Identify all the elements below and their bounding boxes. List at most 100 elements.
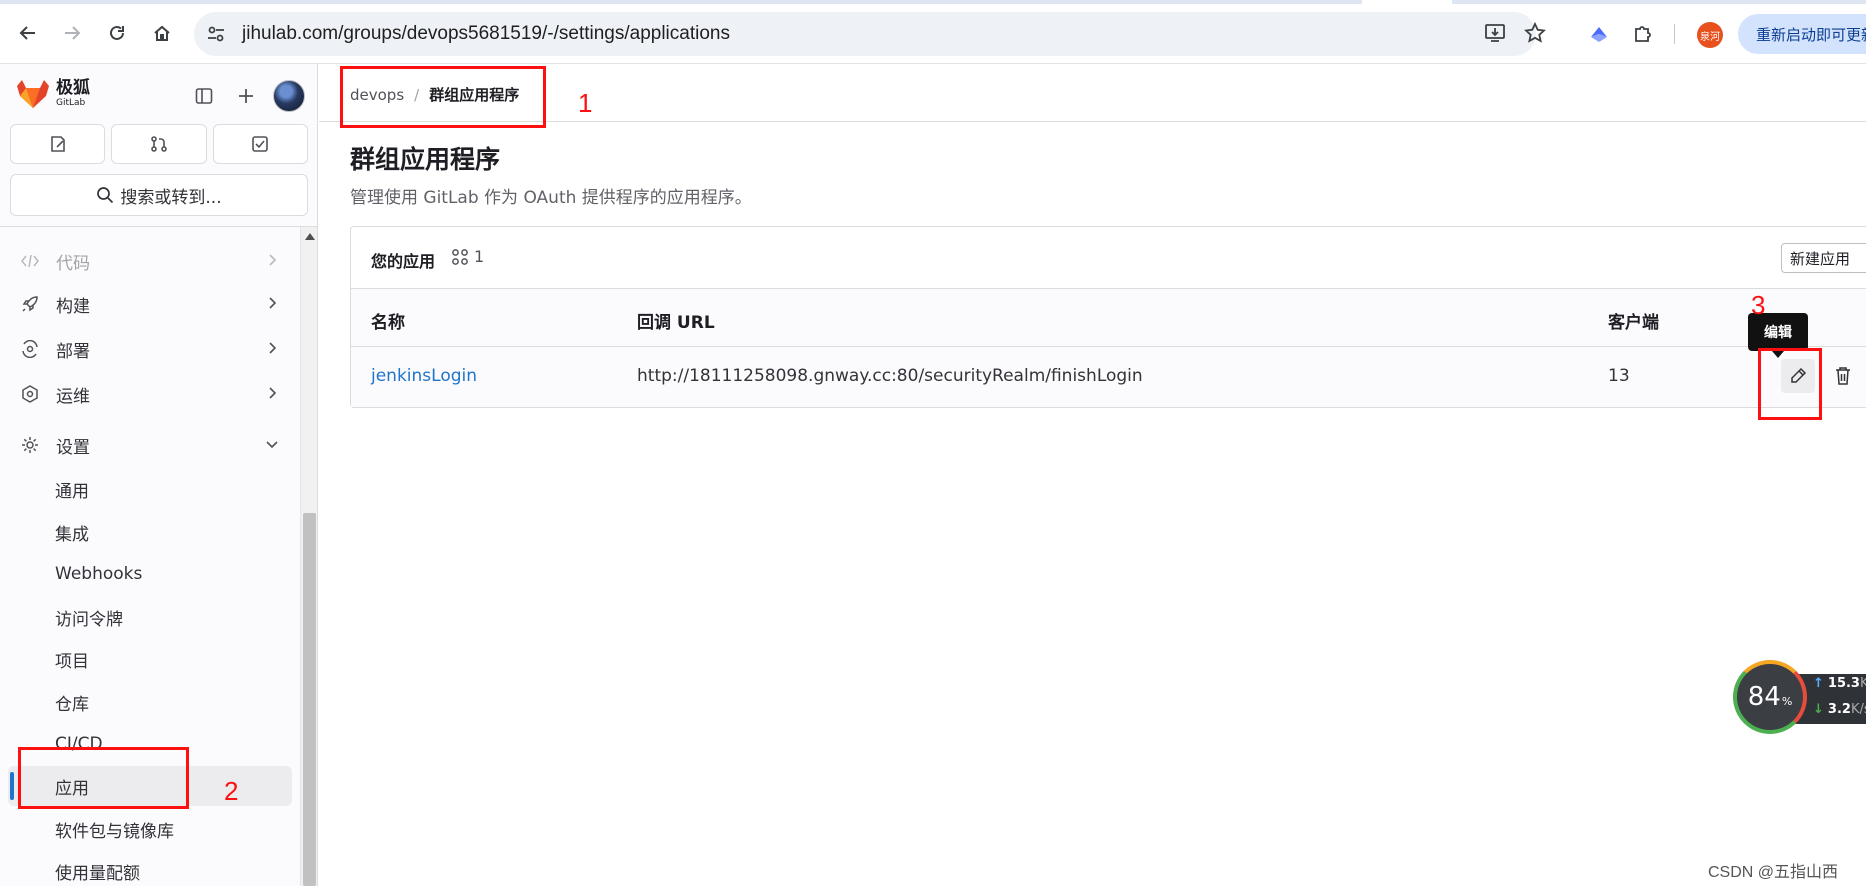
settings-item-repository[interactable]: 仓库 [8, 682, 292, 722]
monitor-icon [18, 385, 42, 403]
sidebar-item-build[interactable]: 构建 [8, 284, 292, 324]
chevron-right-icon [264, 340, 280, 361]
settings-item-access-tokens[interactable]: 访问令牌 [8, 597, 292, 637]
quick-actions [10, 124, 308, 164]
home-icon [154, 25, 170, 41]
search-or-go-to-button[interactable]: 搜索或转到... [10, 174, 308, 216]
collapse-sidebar-button[interactable] [188, 80, 220, 112]
profile-avatar[interactable]: 泉河 [1697, 22, 1723, 48]
applications-card: 您的应用 1 新建应用 名称 回调 URL 客户端 jenkinsLogin h… [350, 226, 1866, 408]
column-name-header: 名称 [371, 313, 405, 333]
annotation-box-2 [18, 747, 189, 809]
cpu-percent: 84 [1747, 682, 1781, 712]
download-value: 3.2 [1827, 702, 1851, 717]
settings-item-integrations[interactable]: 集成 [8, 512, 292, 552]
chevron-right-icon [264, 295, 280, 316]
extension-bird-icon [1591, 27, 1607, 42]
forward-button[interactable] [57, 18, 87, 48]
deployments-icon [18, 340, 42, 358]
sidebar-scrollbar[interactable] [300, 227, 317, 886]
sidebar-item-label: 代码 [56, 253, 90, 274]
address-bar[interactable]: jihulab.com/groups/devops5681519/-/setti… [194, 12, 1536, 56]
search-label: 搜索或转到... [120, 187, 222, 208]
settings-item-projects[interactable]: 项目 [8, 639, 292, 679]
toolbar-divider [1674, 24, 1675, 44]
download-speed: ↓3.2K/s [1813, 702, 1866, 717]
arrow-left-icon [19, 26, 35, 40]
todo-check-icon [252, 136, 269, 152]
annotation-number-3: 3 [1751, 290, 1766, 320]
install-icon [1485, 24, 1505, 42]
restart-update-button[interactable]: 重新启动即可更新 [1738, 14, 1866, 54]
callback-url: http://18111258098.gnway.cc:80/securityR… [637, 366, 1143, 386]
todo-list-button[interactable] [212, 124, 308, 164]
page-header-bar: devops / 群组应用程序 [319, 64, 1866, 122]
install-app-button[interactable] [1482, 20, 1508, 46]
settings-item-usage-quotas[interactable]: 使用量配额 [8, 851, 292, 886]
cpu-percent-unit: % [1781, 694, 1793, 708]
brand-logo[interactable]: 极狐 GitLab [16, 78, 90, 110]
app-name-link[interactable]: jenkinsLogin [371, 366, 477, 386]
page-title: 群组应用程序 [350, 145, 501, 174]
table-row: jenkinsLogin http://18111258098.gnway.cc… [351, 347, 1866, 407]
sidebar-item-deploy[interactable]: 部署 [8, 329, 292, 369]
tab-strip [0, 0, 1866, 4]
gitlab-fox-icon [17, 80, 49, 108]
star-icon [1524, 22, 1546, 43]
site-settings-icon[interactable] [206, 24, 226, 44]
trash-icon [1836, 367, 1850, 385]
plus-icon [239, 89, 253, 103]
settings-item-general[interactable]: 通用 [8, 469, 292, 509]
upload-value: 15.3 [1827, 676, 1860, 691]
settings-item-webhooks[interactable]: Webhooks [8, 554, 292, 594]
sidebar-item-label: 运维 [56, 386, 90, 407]
extension-button[interactable] [1585, 20, 1613, 48]
upload-unit: K/s [1859, 676, 1866, 691]
merge-requests-button[interactable] [111, 124, 207, 164]
delete-button[interactable] [1826, 359, 1860, 393]
scroll-up-icon[interactable] [305, 233, 315, 240]
url-text: jihulab.com/groups/devops5681519/-/setti… [242, 23, 730, 44]
sidebar-item-code[interactable]: 代码 [8, 241, 292, 281]
cpu-usage-ring: 84% [1733, 660, 1807, 734]
annotation-number-2: 2 [224, 776, 239, 806]
annotation-box-1 [340, 66, 546, 128]
card-title: 您的应用 [371, 252, 436, 271]
sidebar-item-operate[interactable]: 运维 [8, 374, 292, 414]
annotation-box-3 [1758, 348, 1822, 420]
home-button[interactable] [147, 18, 177, 48]
code-icon [18, 254, 42, 268]
back-button[interactable] [13, 18, 43, 48]
gear-icon [18, 436, 42, 454]
app-count-badge: 1 [451, 247, 484, 266]
new-application-button[interactable]: 新建应用 [1781, 243, 1866, 273]
arrow-up-icon: ↑ [1813, 676, 1824, 691]
sidebar-item-label: 构建 [56, 296, 90, 317]
network-speed-widget[interactable]: 84% ↑15.3K/s ↓3.2K/s [1733, 660, 1866, 734]
column-clients-header: 客户端 [1608, 313, 1659, 333]
scrollbar-thumb[interactable] [303, 513, 316, 886]
create-new-button[interactable] [230, 80, 262, 112]
watermark: CSDN @五指山西 [1708, 864, 1839, 881]
brand-name-en: GitLab [56, 98, 86, 108]
chevron-right-icon [264, 385, 280, 406]
card-header: 您的应用 1 新建应用 [351, 227, 1866, 289]
sidebar-item-label: 部署 [56, 341, 90, 362]
browser-toolbar: jihulab.com/groups/devops5681519/-/setti… [0, 0, 1866, 64]
issues-button[interactable] [10, 124, 106, 164]
active-indicator [10, 772, 14, 800]
settings-item-packages-registries[interactable]: 软件包与镜像库 [8, 809, 292, 849]
column-callback-url-header: 回调 URL [637, 313, 715, 333]
table-header: 名称 回调 URL 客户端 [351, 289, 1866, 347]
applications-icon [452, 248, 468, 265]
sidebar-toggle-icon [195, 88, 213, 104]
reload-button[interactable] [102, 18, 132, 48]
chevron-down-icon [264, 436, 280, 457]
bookmark-button[interactable] [1522, 20, 1548, 46]
sidebar-item-settings[interactable]: 设置 [8, 425, 292, 465]
app-count: 1 [474, 247, 485, 266]
extensions-menu-button[interactable] [1629, 20, 1657, 48]
reload-icon [110, 25, 124, 40]
user-avatar[interactable] [273, 80, 305, 112]
arrow-down-icon: ↓ [1813, 702, 1824, 717]
